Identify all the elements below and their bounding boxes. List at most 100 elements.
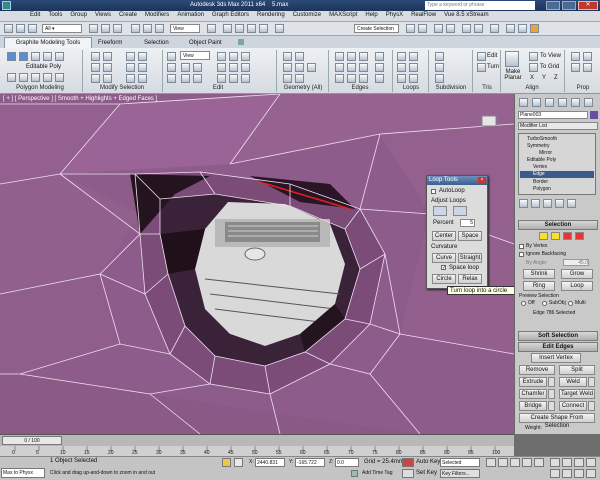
element-mode-icon[interactable] xyxy=(55,52,64,61)
loop-flow-icon[interactable] xyxy=(397,74,406,83)
menu-vue[interactable]: Vue 8.5 xStream xyxy=(440,11,492,19)
panel-polygon-modeling[interactable]: Polygon Modeling xyxy=(2,85,78,91)
material-editor-icon[interactable] xyxy=(490,24,499,33)
vertex-mode-icon[interactable] xyxy=(7,52,16,61)
create-tab-icon[interactable] xyxy=(519,98,528,107)
menu-customize[interactable]: Customize xyxy=(289,11,325,19)
swiftloop-icon[interactable] xyxy=(181,74,190,83)
menu-create[interactable]: Create xyxy=(115,11,141,19)
pivot-icon[interactable] xyxy=(207,24,216,33)
time-tag-icon[interactable] xyxy=(351,470,358,477)
menu-animation[interactable]: Animation xyxy=(173,11,208,19)
reference-coord-dropdown[interactable]: View xyxy=(170,24,200,33)
edit-tri-icon[interactable] xyxy=(477,52,486,61)
zoom-icon[interactable] xyxy=(550,458,560,467)
absolute-mode-icon[interactable] xyxy=(234,458,243,467)
move-icon[interactable] xyxy=(131,24,140,33)
use-soft-selection-icon[interactable] xyxy=(55,73,64,82)
remove-modifier-icon[interactable] xyxy=(555,199,564,208)
autoloop-checkbox[interactable] xyxy=(431,189,436,194)
set-flow-icon[interactable] xyxy=(217,74,226,83)
zoom-all-icon[interactable] xyxy=(562,458,572,467)
relax-button[interactable]: Relax xyxy=(458,274,482,284)
tweak-icon[interactable] xyxy=(217,63,226,72)
viewport-label[interactable]: [ + ] [ Perspective ] [ Smooth + Highlig… xyxy=(3,96,157,102)
preview-subobj-radio[interactable] xyxy=(542,301,547,306)
pin-stack-icon[interactable] xyxy=(519,199,528,208)
loop-tools-icon[interactable] xyxy=(409,74,418,83)
link-icon[interactable] xyxy=(28,24,37,33)
percent-snap-icon[interactable] xyxy=(247,24,256,33)
polygon-select-icon[interactable] xyxy=(575,232,584,240)
minimize-button[interactable] xyxy=(546,1,560,10)
menu-help[interactable]: Help xyxy=(361,11,381,19)
target-weld-button[interactable]: Target Weld xyxy=(559,389,595,399)
stack-item-editable-poly[interactable]: Editable Poly xyxy=(527,157,556,163)
space-button[interactable]: Space xyxy=(458,231,482,241)
edge-weight-icon[interactable] xyxy=(375,74,384,83)
loop-connect-icon[interactable] xyxy=(397,52,406,61)
to-grid-icon[interactable] xyxy=(529,63,538,72)
show-end-result-icon[interactable] xyxy=(43,73,52,82)
straight-button[interactable]: Straight xyxy=(458,253,482,263)
key-filter-dropdown[interactable]: Selected xyxy=(440,458,480,467)
align-z-button[interactable]: Z xyxy=(554,75,558,81)
loop-button[interactable]: Loop xyxy=(561,281,593,291)
loop-insert-icon[interactable] xyxy=(409,52,418,61)
select-by-name-icon[interactable] xyxy=(101,24,110,33)
angle-input[interactable]: 45.0 xyxy=(563,259,589,266)
y-coordinate-input[interactable]: -165.722 xyxy=(295,458,325,467)
render-setup-icon[interactable] xyxy=(506,24,515,33)
grow-loop-icon[interactable] xyxy=(91,63,100,72)
edge-extrude-icon[interactable] xyxy=(335,52,344,61)
undo-icon[interactable] xyxy=(4,24,13,33)
by-vertex-checkbox[interactable] xyxy=(519,244,524,249)
menu-tools[interactable]: Tools xyxy=(44,11,66,19)
close-icon[interactable]: × xyxy=(478,177,486,184)
panel-modify-selection[interactable]: Modify Selection xyxy=(86,85,158,91)
maximize-viewport-icon[interactable] xyxy=(586,469,596,478)
edge-insert-icon[interactable] xyxy=(359,74,368,83)
scale-icon[interactable] xyxy=(155,24,164,33)
loop-distribute-icon[interactable] xyxy=(397,63,406,72)
quickslice-mode-icon[interactable] xyxy=(241,63,250,72)
menu-edit[interactable]: Edit xyxy=(26,11,44,19)
named-selection-icon[interactable] xyxy=(275,24,284,33)
insert-vertex-button[interactable]: Insert Vertex xyxy=(531,353,581,363)
hierarchy-tab-icon[interactable] xyxy=(545,98,554,107)
remove-button[interactable]: Remove xyxy=(519,365,555,375)
quickloop-icon[interactable] xyxy=(167,74,176,83)
edge-mode-icon[interactable] xyxy=(19,52,28,61)
tab-selection[interactable]: Selection xyxy=(144,38,169,48)
object-name-input[interactable]: Plane003 xyxy=(518,111,588,119)
angle-snap-icon[interactable] xyxy=(235,24,244,33)
stack-item-mirror[interactable]: Mirror xyxy=(539,150,552,156)
stack-item-border[interactable]: Border xyxy=(533,179,548,185)
set-key-button[interactable]: Set Key xyxy=(416,470,437,476)
split-button[interactable]: Split xyxy=(559,365,595,375)
play-icon[interactable] xyxy=(510,458,520,467)
panel-loops[interactable]: Loops xyxy=(394,85,428,91)
menu-physx[interactable]: PhysX xyxy=(382,11,407,19)
edge-split-icon[interactable] xyxy=(347,74,356,83)
unhide-all-icon[interactable] xyxy=(571,63,580,72)
create-icon[interactable] xyxy=(283,63,292,72)
time-slider-thumb[interactable]: 0 / 100 xyxy=(2,436,62,445)
zoom-extents-all-icon[interactable] xyxy=(586,458,596,467)
create-shape-button[interactable]: Create Shape From Selection xyxy=(519,413,595,429)
key-filters-button[interactable]: Key Filters... xyxy=(440,469,480,478)
extrude-button[interactable]: Extrude xyxy=(519,377,547,387)
utilities-tab-icon[interactable] xyxy=(584,98,593,107)
select-object-icon[interactable] xyxy=(89,24,98,33)
constraint-none-icon[interactable] xyxy=(229,52,238,61)
edge-crease-icon[interactable] xyxy=(375,63,384,72)
loop-remove-icon[interactable] xyxy=(409,63,418,72)
pan-icon[interactable] xyxy=(562,469,572,478)
selection-rollout[interactable]: Selection xyxy=(518,220,598,230)
edge-select-icon[interactable] xyxy=(551,232,560,240)
hide-selected-icon[interactable] xyxy=(571,52,580,61)
menu-views[interactable]: Views xyxy=(91,11,115,19)
graphite-toggle-icon[interactable] xyxy=(446,24,455,33)
relax-icon[interactable] xyxy=(283,52,292,61)
z-coordinate-input[interactable]: 0.0 xyxy=(335,458,359,467)
